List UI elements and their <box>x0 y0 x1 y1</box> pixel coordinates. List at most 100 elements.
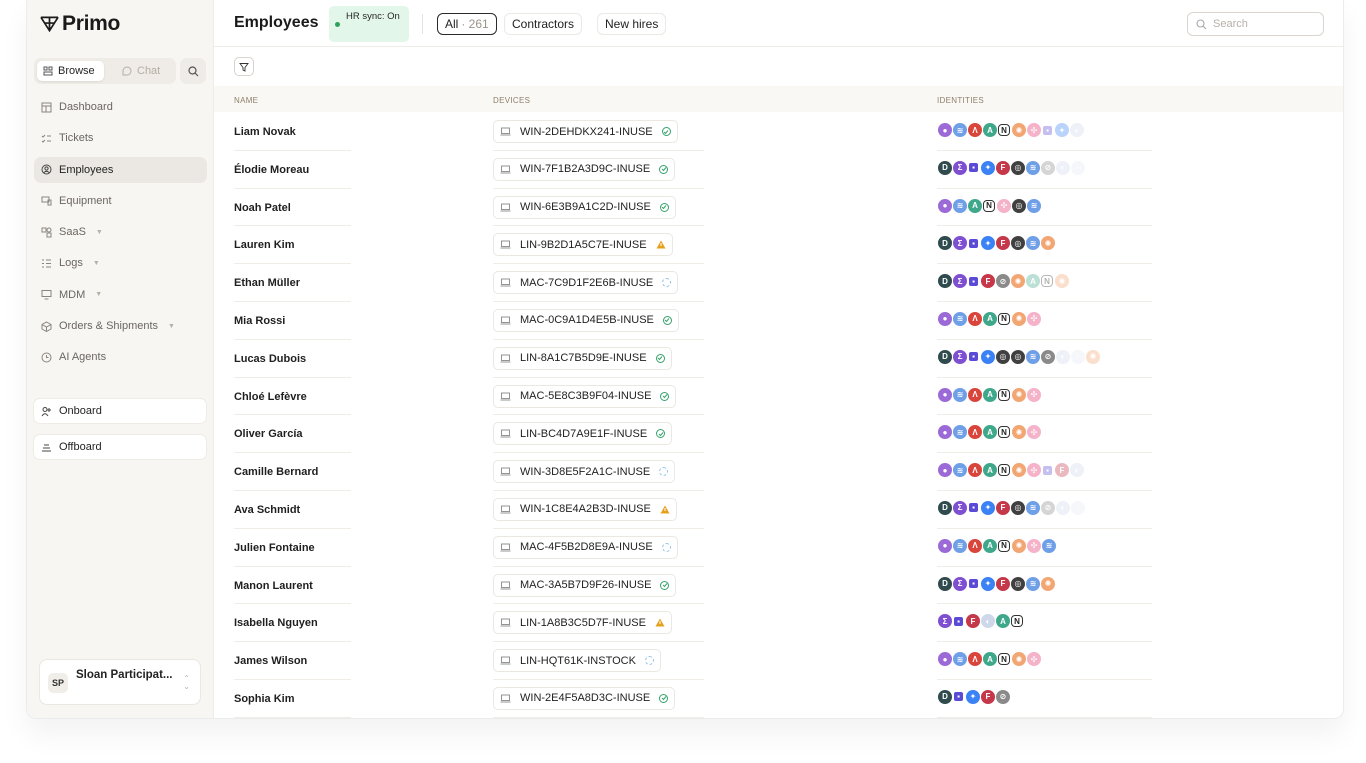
identity-app-icon[interactable]: ✣ <box>1026 462 1042 479</box>
table-row[interactable]: Lauren Kim LIN-9B2D1A5C7E-INUSE D Σ ▪ ✦ F ◎ ≋ ✺ <box>214 226 1343 265</box>
employee-name[interactable]: Liam Novak <box>234 126 296 138</box>
identity-app-icon[interactable]: Λ <box>967 651 983 668</box>
identity-app-icon[interactable]: D <box>937 159 953 176</box>
table-row[interactable]: Noah Patel WIN-6E3B9A1C2D-INUSE ● ≋ A N ✣ ◎ ≋ <box>214 189 1343 227</box>
identity-app-icon[interactable]: ✺ <box>1010 273 1026 290</box>
identity-app-icon[interactable]: ✺ <box>1011 122 1027 138</box>
identity-app-icon[interactable]: ✦ <box>980 348 996 365</box>
table-row[interactable]: Isabella Nguyen LIN-1A8B3C5D7F-INUSE Σ ▪ F ◐ A… <box>214 604 1343 643</box>
identity-app-icon[interactable]: N <box>1041 275 1053 288</box>
table-row[interactable]: James Wilson LIN-HQT61K-INSTOCK ● ≋ Λ A N ✺ ✣ <box>214 642 1343 680</box>
identity-app-icon[interactable]: ≋ <box>1041 537 1057 554</box>
column-name-header[interactable]: NAME <box>234 96 258 105</box>
employee-name[interactable]: Sophia Kim <box>234 693 295 705</box>
identity-app-icon[interactable]: ✣ <box>996 197 1012 214</box>
device-chip[interactable]: WIN-2DEHDKX241-INUSE <box>493 120 678 143</box>
identity-app-icon[interactable]: N <box>998 464 1010 477</box>
identity-app-icon[interactable]: ▪ <box>954 616 963 626</box>
identity-app-icon[interactable]: ✣ <box>1026 537 1042 554</box>
identity-app-icon[interactable]: Σ <box>952 159 968 176</box>
identity-app-icon[interactable]: Σ <box>952 273 968 290</box>
column-identities-header[interactable]: IDENTITIES <box>937 96 984 105</box>
identity-app-icon[interactable]: ◎ <box>1010 575 1026 592</box>
identity-app-icon[interactable]: ≋ <box>1025 499 1041 516</box>
identity-app-icon[interactable]: D <box>937 235 953 252</box>
identity-app-icon[interactable]: ◐ <box>1069 462 1085 479</box>
employee-name[interactable]: Lauren Kim <box>234 239 295 251</box>
identity-app-icon[interactable]: ● <box>937 651 953 668</box>
identity-app-icon[interactable]: N <box>998 539 1010 552</box>
device-chip[interactable]: WIN-3D8E5F2A1C-INUSE <box>493 460 676 484</box>
employee-name[interactable]: Lucas Dubois <box>234 353 306 365</box>
identity-app-icon[interactable]: ◎ <box>1010 235 1026 252</box>
table-row[interactable]: Manon Laurent MAC-3A5B7D9F26-INUSE D Σ ▪ ✦ F ◎ ≋… <box>214 567 1343 605</box>
tab-new-hires[interactable]: New hires <box>597 13 667 35</box>
logo[interactable]: Primo <box>40 12 120 36</box>
identity-app-icon[interactable]: ⊘ <box>1040 499 1056 516</box>
device-chip[interactable]: LIN-HQT61K-INSTOCK <box>493 649 661 673</box>
identity-app-icon[interactable]: ≋ <box>952 651 968 668</box>
employee-name[interactable]: Camille Bernard <box>234 466 318 478</box>
identity-app-icon[interactable]: ✣ <box>1026 424 1042 441</box>
chevron-down-icon[interactable]: ▼ <box>96 229 103 236</box>
identity-app-icon[interactable]: ⊘ <box>1040 348 1056 365</box>
chevron-down-icon[interactable]: ▼ <box>168 323 175 330</box>
identity-app-icon[interactable]: ▪ <box>969 352 978 362</box>
employee-name[interactable]: Ava Schmidt <box>234 504 300 516</box>
identity-app-icon[interactable]: ◎ <box>1010 348 1026 365</box>
sidebar-item-ai-agents[interactable]: AI Agents <box>34 344 207 370</box>
identity-app-icon[interactable]: N <box>998 312 1010 325</box>
identity-app-icon[interactable]: F <box>980 688 996 705</box>
identity-app-icon[interactable]: ✺ <box>1011 424 1027 441</box>
device-chip[interactable]: MAC-7C9D1F2E6B-INUSE <box>493 271 679 295</box>
chevron-down-icon[interactable]: ▼ <box>95 291 102 298</box>
identity-app-icon[interactable]: A <box>982 537 998 554</box>
filter-button[interactable] <box>234 57 254 76</box>
device-chip[interactable]: MAC-3A5B7D9F26-INUSE <box>493 573 677 597</box>
identity-app-icon[interactable]: ✺ <box>1040 235 1056 252</box>
identity-app-icon[interactable]: A <box>1025 273 1041 290</box>
device-chip[interactable]: MAC-4F5B2D8E9A-INUSE <box>493 535 678 559</box>
sidebar-item-saas[interactable]: SaaS ▼ <box>34 219 207 245</box>
identity-app-icon[interactable]: N <box>998 124 1010 136</box>
identity-app-icon[interactable]: ✦ <box>980 575 996 592</box>
identity-app-icon[interactable]: ◐ <box>1069 122 1085 138</box>
identity-app-icon[interactable]: ✣ <box>1026 651 1042 668</box>
identity-app-icon[interactable]: F <box>965 613 981 630</box>
identity-app-icon[interactable]: Λ <box>967 386 983 403</box>
offboard-button[interactable]: Offboard <box>34 435 206 459</box>
identity-app-icon[interactable]: A <box>982 651 998 668</box>
identity-app-icon[interactable]: ● <box>937 537 953 554</box>
sidebar-item-logs[interactable]: Logs ▼ <box>34 250 207 276</box>
identity-app-icon[interactable]: A <box>982 386 998 403</box>
identity-app-icon[interactable]: ≋ <box>1025 159 1041 176</box>
identity-app-icon[interactable]: ≋ <box>952 537 968 554</box>
sidebar-item-tickets[interactable]: Tickets <box>34 125 207 151</box>
identity-app-icon[interactable]: ◎ <box>1010 159 1026 176</box>
identity-app-icon[interactable]: · <box>1070 159 1086 176</box>
identity-app-icon[interactable]: N <box>1011 615 1023 628</box>
identity-app-icon[interactable]: ◐ <box>980 613 996 630</box>
identity-app-icon[interactable]: Λ <box>967 122 983 138</box>
identity-app-icon[interactable]: ● <box>937 424 953 441</box>
table-row[interactable]: Chloé Lefèvre MAC-5E8C3B9F04-INUSE ● ≋ Λ A N ✺ ✣ <box>214 378 1343 416</box>
identity-app-icon[interactable]: ◎ <box>1010 499 1026 516</box>
tab-all[interactable]: All · 261 <box>437 13 497 35</box>
device-chip[interactable]: MAC-0C9A1D4E5B-INUSE <box>493 308 679 332</box>
employee-name[interactable]: Julien Fontaine <box>234 542 315 554</box>
identity-app-icon[interactable]: ≋ <box>952 122 968 138</box>
sidebar-item-orders[interactable]: Orders & Shipments ▼ <box>34 313 207 339</box>
table-row[interactable]: Mia Rossi MAC-0C9A1D4E5B-INUSE ● ≋ Λ A N ✺ ✣ <box>214 302 1343 340</box>
onboard-button[interactable]: Onboard <box>34 399 206 423</box>
identity-app-icon[interactable]: Λ <box>967 310 983 327</box>
identity-app-icon[interactable]: ◎ <box>995 348 1011 365</box>
table-row[interactable]: Camille Bernard WIN-3D8E5F2A1C-INUSE ● ≋ Λ A N… <box>214 453 1343 491</box>
identity-app-icon[interactable]: A <box>982 424 998 441</box>
table-row[interactable]: Sophia Kim WIN-2E4F5A8D3C-INUSE D ▪ ✦ F ⊘ <box>214 680 1343 718</box>
identity-app-icon[interactable]: ✦ <box>980 159 996 176</box>
identity-app-icon[interactable]: ✦ <box>1054 122 1070 138</box>
identity-app-icon[interactable]: D <box>937 348 953 365</box>
search-input[interactable]: Search <box>1187 12 1324 36</box>
identity-app-icon[interactable]: N <box>998 388 1010 401</box>
sidebar-item-dashboard[interactable]: Dashboard <box>34 94 207 120</box>
